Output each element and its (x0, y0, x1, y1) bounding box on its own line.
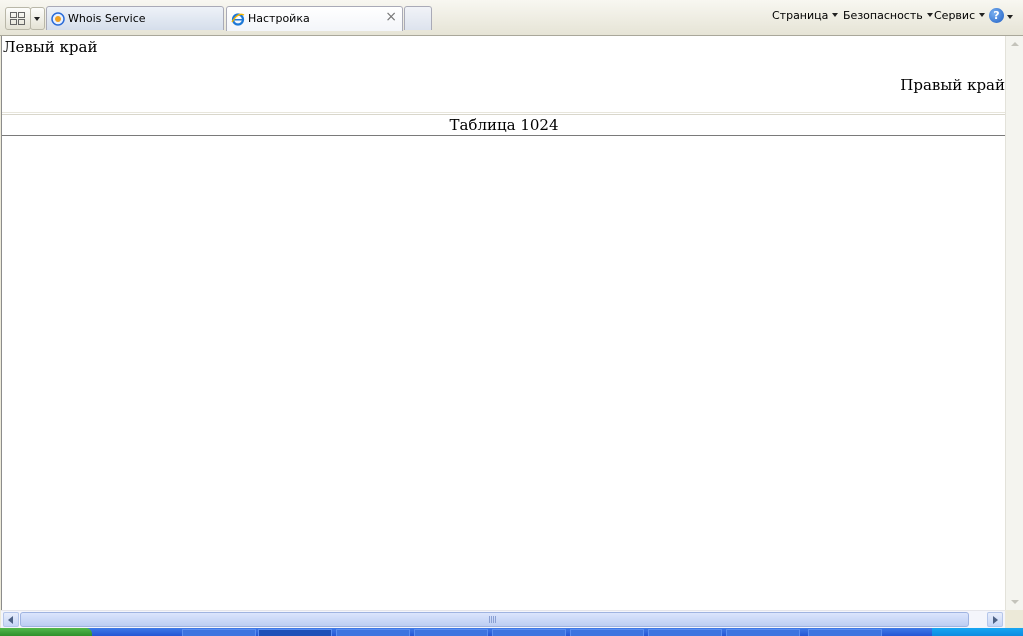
tab-nastroyka[interactable]: Настройка × (226, 6, 403, 31)
chevron-down-icon (926, 13, 933, 17)
system-tray (932, 628, 1023, 636)
tab-label: Настройка (248, 12, 310, 25)
scroll-left-button[interactable] (3, 612, 19, 627)
tools-menu[interactable]: Сервис (934, 9, 986, 22)
taskbar-item[interactable] (726, 629, 800, 636)
quick-tabs-icon (10, 12, 25, 25)
help-icon[interactable]: ? (989, 8, 1004, 23)
quick-tabs-button[interactable] (5, 7, 31, 30)
arrow-left-icon (8, 616, 13, 624)
security-menu-label: Безопасность (843, 9, 923, 22)
tab-bar: Whois Service Настройка × Страница Безоп… (0, 0, 1023, 36)
vertical-scrollbar[interactable] (1005, 36, 1023, 610)
page-menu[interactable]: Страница (772, 9, 839, 22)
page-viewport: Левый край Правый край Таблица 1024 (1, 36, 1006, 610)
arrow-up-icon (1011, 42, 1019, 46)
start-button[interactable] (0, 628, 92, 636)
taskbar-item[interactable] (492, 629, 566, 636)
taskbar (0, 628, 1023, 636)
tools-menu-label: Сервис (934, 9, 976, 22)
table-1024-caption: Таблица 1024 (2, 114, 1006, 136)
taskbar-item[interactable] (336, 629, 410, 636)
chevron-down-icon (832, 13, 839, 17)
chevron-down-icon[interactable] (1007, 15, 1013, 19)
arrow-down-icon (1011, 600, 1019, 604)
close-tab-icon[interactable]: × (385, 10, 397, 24)
tab-label: Whois Service (68, 12, 146, 25)
new-tab-button[interactable] (404, 6, 432, 30)
chevron-down-icon (979, 13, 986, 17)
chevron-down-icon (34, 17, 40, 21)
grip-icon (489, 616, 496, 623)
scrollbar-corner (1005, 610, 1023, 628)
taskbar-item[interactable] (808, 629, 882, 636)
horizontal-scroll-thumb[interactable] (20, 612, 969, 627)
taskbar-item[interactable] (258, 629, 332, 636)
right-edge-text: Правый край (900, 76, 1005, 94)
left-edge-text: Левый край (3, 38, 98, 56)
page-menu-label: Страница (772, 9, 829, 22)
scroll-up-button[interactable] (1007, 37, 1022, 52)
whois-favicon-icon (51, 12, 65, 26)
ie-favicon-icon (231, 13, 245, 26)
taskbar-item[interactable] (414, 629, 488, 636)
tab-list-dropdown[interactable] (30, 7, 45, 30)
divider (2, 112, 1006, 113)
horizontal-scrollbar[interactable] (1, 610, 1005, 628)
scroll-right-button[interactable] (987, 612, 1003, 627)
arrow-right-icon (993, 616, 998, 624)
taskbar-item[interactable] (182, 629, 256, 636)
tab-whois-service[interactable]: Whois Service (46, 6, 224, 30)
scroll-down-button[interactable] (1007, 594, 1022, 609)
taskbar-item[interactable] (570, 629, 644, 636)
security-menu[interactable]: Безопасность (843, 9, 933, 22)
taskbar-item[interactable] (648, 629, 722, 636)
